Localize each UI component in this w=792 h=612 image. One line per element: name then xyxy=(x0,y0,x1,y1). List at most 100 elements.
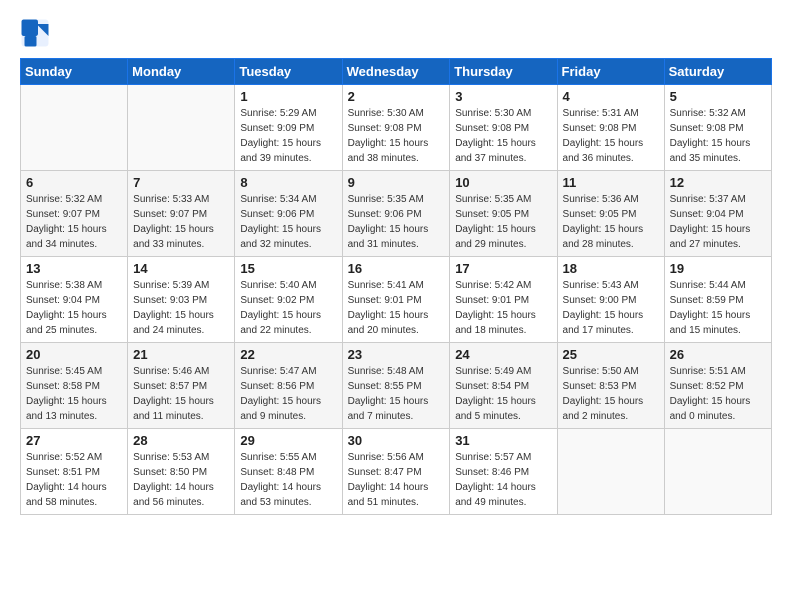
calendar: SundayMondayTuesdayWednesdayThursdayFrid… xyxy=(20,58,772,515)
calendar-cell: 30 Sunrise: 5:56 AMSunset: 8:47 PMDayligh… xyxy=(342,429,450,515)
calendar-cell: 20Sunrise: 5:45 AMSunset: 8:58 PMDayligh… xyxy=(21,343,128,429)
day-number: 8 xyxy=(240,175,336,190)
day-info: Sunrise: 5:31 AMSunset: 9:08 PMDaylight:… xyxy=(563,106,659,166)
day-info: Sunrise: 5:29 AMSunset: 9:09 PMDaylight:… xyxy=(240,106,336,166)
day-number: 7 xyxy=(133,175,229,190)
calendar-cell: 2 Sunrise: 5:30 AMSunset: 9:08 PMDaylight… xyxy=(342,85,450,171)
weekday-header-friday: Friday xyxy=(557,59,664,85)
logo-icon xyxy=(20,18,50,48)
day-number: 5 xyxy=(670,89,766,104)
calendar-cell: 12Sunrise: 5:37 AMSunset: 9:04 PMDayligh… xyxy=(664,171,771,257)
weekday-header-sunday: Sunday xyxy=(21,59,128,85)
day-number: 18 xyxy=(563,261,659,276)
day-info: Sunrise: 5:56 AMSunset: 8:47 PMDaylight:… xyxy=(348,450,445,510)
day-number: 16 xyxy=(348,261,445,276)
day-info: Sunrise: 5:36 AMSunset: 9:05 PMDaylight:… xyxy=(563,192,659,252)
calendar-cell: 31 Sunrise: 5:57 AMSunset: 8:46 PMDayligh… xyxy=(450,429,557,515)
day-info: Sunrise: 5:35 AMSunset: 9:06 PMDaylight:… xyxy=(348,192,445,252)
day-number: 9 xyxy=(348,175,445,190)
calendar-cell: 3 Sunrise: 5:30 AMSunset: 9:08 PMDaylight… xyxy=(450,85,557,171)
day-info: Sunrise: 5:52 AMSunset: 8:51 PMDaylight:… xyxy=(26,450,122,510)
day-info: Sunrise: 5:38 AMSunset: 9:04 PMDaylight:… xyxy=(26,278,122,338)
week-row-2: 6 Sunrise: 5:32 AMSunset: 9:07 PMDaylight… xyxy=(21,171,772,257)
day-number: 21 xyxy=(133,347,229,362)
calendar-cell: 22 Sunrise: 5:47 AMSunset: 8:56 PMDayligh… xyxy=(235,343,342,429)
calendar-cell: 24 Sunrise: 5:49 AMSunset: 8:54 PMDayligh… xyxy=(450,343,557,429)
day-number: 14 xyxy=(133,261,229,276)
calendar-cell: 29Sunrise: 5:55 AMSunset: 8:48 PMDayligh… xyxy=(235,429,342,515)
week-row-3: 13 Sunrise: 5:38 AMSunset: 9:04 PMDayligh… xyxy=(21,257,772,343)
day-info: Sunrise: 5:35 AMSunset: 9:05 PMDaylight:… xyxy=(455,192,551,252)
day-info: Sunrise: 5:45 AMSunset: 8:58 PMDaylight:… xyxy=(26,364,122,424)
day-number: 25 xyxy=(563,347,659,362)
calendar-cell: 25 Sunrise: 5:50 AMSunset: 8:53 PMDayligh… xyxy=(557,343,664,429)
week-row-1: 1 Sunrise: 5:29 AMSunset: 9:09 PMDaylight… xyxy=(21,85,772,171)
day-number: 24 xyxy=(455,347,551,362)
calendar-cell: 21 Sunrise: 5:46 AMSunset: 8:57 PMDayligh… xyxy=(128,343,235,429)
calendar-cell: 16 Sunrise: 5:41 AMSunset: 9:01 PMDayligh… xyxy=(342,257,450,343)
week-row-5: 27 Sunrise: 5:52 AMSunset: 8:51 PMDayligh… xyxy=(21,429,772,515)
day-info: Sunrise: 5:43 AMSunset: 9:00 PMDaylight:… xyxy=(563,278,659,338)
day-number: 6 xyxy=(26,175,122,190)
day-info: Sunrise: 5:57 AMSunset: 8:46 PMDaylight:… xyxy=(455,450,551,510)
day-number: 31 xyxy=(455,433,551,448)
day-number: 15 xyxy=(240,261,336,276)
day-info: Sunrise: 5:53 AMSunset: 8:50 PMDaylight:… xyxy=(133,450,229,510)
day-number: 27 xyxy=(26,433,122,448)
day-number: 28 xyxy=(133,433,229,448)
calendar-cell: 7Sunrise: 5:33 AMSunset: 9:07 PMDaylight… xyxy=(128,171,235,257)
day-info: Sunrise: 5:30 AMSunset: 9:08 PMDaylight:… xyxy=(455,106,551,166)
calendar-cell: 27 Sunrise: 5:52 AMSunset: 8:51 PMDayligh… xyxy=(21,429,128,515)
day-info: Sunrise: 5:44 AMSunset: 8:59 PMDaylight:… xyxy=(670,278,766,338)
day-number: 2 xyxy=(348,89,445,104)
calendar-cell: 19 Sunrise: 5:44 AMSunset: 8:59 PMDayligh… xyxy=(664,257,771,343)
calendar-cell xyxy=(664,429,771,515)
day-info: Sunrise: 5:30 AMSunset: 9:08 PMDaylight:… xyxy=(348,106,445,166)
day-number: 10 xyxy=(455,175,551,190)
weekday-header-thursday: Thursday xyxy=(450,59,557,85)
weekday-header-saturday: Saturday xyxy=(664,59,771,85)
day-number: 13 xyxy=(26,261,122,276)
day-info: Sunrise: 5:49 AMSunset: 8:54 PMDaylight:… xyxy=(455,364,551,424)
calendar-cell: 4 Sunrise: 5:31 AMSunset: 9:08 PMDaylight… xyxy=(557,85,664,171)
day-info: Sunrise: 5:32 AMSunset: 9:08 PMDaylight:… xyxy=(670,106,766,166)
day-info: Sunrise: 5:51 AMSunset: 8:52 PMDaylight:… xyxy=(670,364,766,424)
calendar-cell: 11 Sunrise: 5:36 AMSunset: 9:05 PMDayligh… xyxy=(557,171,664,257)
calendar-cell: 15Sunrise: 5:40 AMSunset: 9:02 PMDayligh… xyxy=(235,257,342,343)
day-info: Sunrise: 5:39 AMSunset: 9:03 PMDaylight:… xyxy=(133,278,229,338)
weekday-header-row: SundayMondayTuesdayWednesdayThursdayFrid… xyxy=(21,59,772,85)
day-number: 19 xyxy=(670,261,766,276)
calendar-cell xyxy=(128,85,235,171)
weekday-header-monday: Monday xyxy=(128,59,235,85)
day-number: 30 xyxy=(348,433,445,448)
calendar-cell: 17Sunrise: 5:42 AMSunset: 9:01 PMDayligh… xyxy=(450,257,557,343)
day-info: Sunrise: 5:46 AMSunset: 8:57 PMDaylight:… xyxy=(133,364,229,424)
calendar-cell xyxy=(21,85,128,171)
day-number: 23 xyxy=(348,347,445,362)
calendar-cell: 28 Sunrise: 5:53 AMSunset: 8:50 PMDayligh… xyxy=(128,429,235,515)
day-number: 11 xyxy=(563,175,659,190)
day-info: Sunrise: 5:47 AMSunset: 8:56 PMDaylight:… xyxy=(240,364,336,424)
calendar-cell: 6 Sunrise: 5:32 AMSunset: 9:07 PMDaylight… xyxy=(21,171,128,257)
day-number: 4 xyxy=(563,89,659,104)
day-number: 29 xyxy=(240,433,336,448)
calendar-cell: 14 Sunrise: 5:39 AMSunset: 9:03 PMDayligh… xyxy=(128,257,235,343)
day-number: 26 xyxy=(670,347,766,362)
weekday-header-tuesday: Tuesday xyxy=(235,59,342,85)
day-number: 22 xyxy=(240,347,336,362)
calendar-cell: 10 Sunrise: 5:35 AMSunset: 9:05 PMDayligh… xyxy=(450,171,557,257)
day-number: 17 xyxy=(455,261,551,276)
calendar-cell: 9 Sunrise: 5:35 AMSunset: 9:06 PMDaylight… xyxy=(342,171,450,257)
calendar-cell: 1 Sunrise: 5:29 AMSunset: 9:09 PMDaylight… xyxy=(235,85,342,171)
page: SundayMondayTuesdayWednesdayThursdayFrid… xyxy=(0,0,792,533)
day-info: Sunrise: 5:48 AMSunset: 8:55 PMDaylight:… xyxy=(348,364,445,424)
day-number: 1 xyxy=(240,89,336,104)
calendar-cell: 26 Sunrise: 5:51 AMSunset: 8:52 PMDayligh… xyxy=(664,343,771,429)
calendar-cell: 18 Sunrise: 5:43 AMSunset: 9:00 PMDayligh… xyxy=(557,257,664,343)
day-number: 3 xyxy=(455,89,551,104)
day-info: Sunrise: 5:50 AMSunset: 8:53 PMDaylight:… xyxy=(563,364,659,424)
calendar-cell: 8Sunrise: 5:34 AMSunset: 9:06 PMDaylight… xyxy=(235,171,342,257)
day-info: Sunrise: 5:32 AMSunset: 9:07 PMDaylight:… xyxy=(26,192,122,252)
header xyxy=(20,18,772,48)
day-info: Sunrise: 5:41 AMSunset: 9:01 PMDaylight:… xyxy=(348,278,445,338)
